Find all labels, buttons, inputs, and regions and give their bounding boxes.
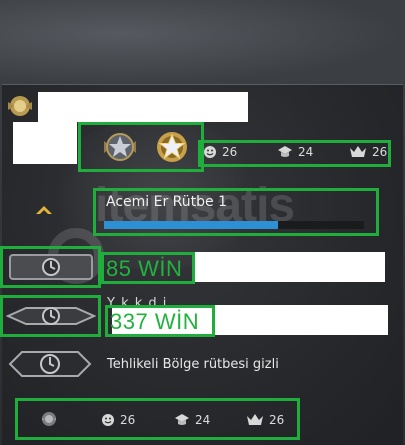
danger-zone-label: Tehlikeli Bölge rütbesi gizli [107,357,279,372]
footer-friendly-count: 26 [120,413,136,427]
medal-gold-star-icon[interactable] [152,127,192,167]
background-header [0,0,405,85]
teacher-commendation: 24 [277,145,313,159]
smiley-icon [101,413,115,427]
profile-emblem-icon [40,410,58,428]
competitive-rank-icon [6,302,96,330]
graduation-cap-icon [174,413,190,427]
footer-leader-commendation: 26 [246,413,284,427]
friendly-commendation: 26 [203,145,237,159]
teacher-count: 24 [298,145,314,159]
crown-icon [246,413,264,427]
xp-progress-bar [104,221,364,229]
friendly-count: 26 [222,145,238,159]
graduation-cap-icon [277,145,293,159]
footer-teacher-commendation: 24 [174,413,210,427]
wingman-rank-icon [8,253,94,281]
footer-leader-count: 26 [269,413,285,427]
redacted-wingman-rank [195,252,385,282]
chevron-up-icon [34,202,54,216]
competitive-wins: 337 WİN [110,309,200,334]
medal-silver-icon[interactable] [100,127,140,167]
redacted-username [38,92,248,122]
smiley-icon [203,145,217,159]
footer-teacher-count: 24 [195,413,211,427]
profile-medal-icon [4,90,36,122]
leader-count: 26 [372,145,388,159]
rank-title: Acemi Er Rütbe 1 [106,194,227,210]
wingman-wins: 85 WİN [106,256,183,281]
leader-commendation: 26 [349,145,387,159]
redacted-username-block [13,122,77,164]
crown-icon [349,145,367,159]
danger-zone-rank-icon [8,348,92,380]
xp-progress-fill [104,221,279,229]
footer-friendly-commendation: 26 [101,413,135,427]
